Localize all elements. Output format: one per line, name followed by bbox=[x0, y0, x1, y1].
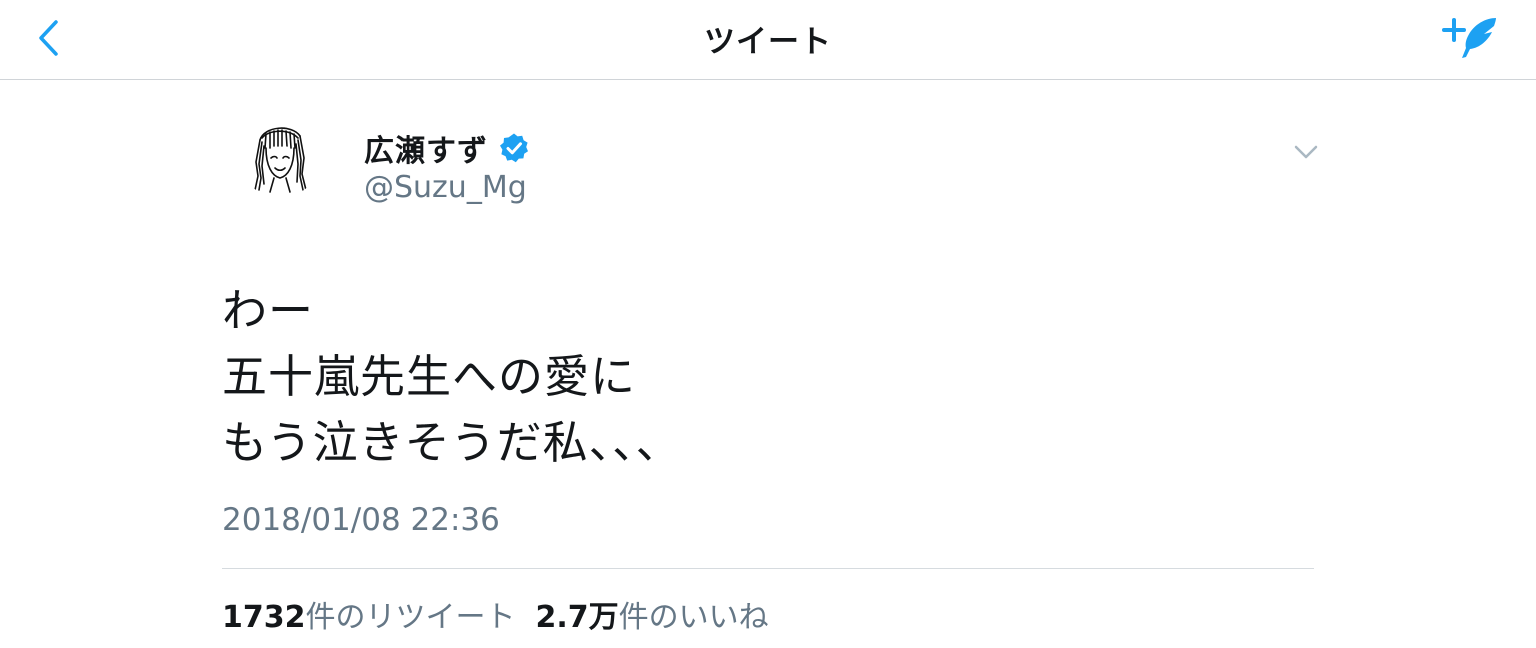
avatar[interactable] bbox=[240, 118, 320, 198]
tweet-stats: 1732 件のリツイート 2.7万 件のいいね bbox=[222, 592, 769, 636]
tweet-menu-button[interactable] bbox=[1288, 138, 1324, 166]
tweet-text-line: 五十嵐先生への愛に bbox=[222, 350, 637, 403]
likes-count: 2.7万 bbox=[535, 600, 619, 635]
retweets-label: 件のリツイート bbox=[305, 600, 516, 635]
tweet-text-line: もう泣きそうだ私、、、 bbox=[222, 416, 682, 469]
verified-badge-icon bbox=[500, 133, 528, 163]
tweet-text-line: わー bbox=[222, 284, 315, 337]
tweet-text: わー 五十嵐先生への愛に もう泣きそうだ私、、、 bbox=[222, 278, 1312, 476]
retweets-count: 1732 bbox=[222, 600, 306, 635]
chevron-down-icon bbox=[1294, 145, 1318, 159]
tweet-detail-screen: ツイート 広瀬すず @Suzu_Mg わー 五十嵐先生への愛に もう泣きそうだ私… bbox=[0, 0, 1536, 648]
tweet-timestamp: 2018/01/08 22:36 bbox=[222, 502, 500, 538]
compose-tweet-icon bbox=[1442, 18, 1496, 58]
compose-tweet-button[interactable] bbox=[1440, 10, 1502, 66]
navigation-bar: ツイート bbox=[0, 0, 1536, 80]
likes-stat[interactable]: 2.7万 件のいいね bbox=[536, 592, 769, 636]
retweets-stat[interactable]: 1732 件のリツイート bbox=[222, 592, 516, 636]
author-name-row[interactable]: 広瀬すず bbox=[364, 128, 530, 169]
display-name: 広瀬すず bbox=[364, 134, 488, 169]
divider bbox=[222, 568, 1314, 569]
avatar-drawing-icon bbox=[254, 127, 307, 193]
likes-label: 件のいいね bbox=[618, 600, 769, 635]
page-title: ツイート bbox=[704, 24, 832, 60]
author-handle[interactable]: @Suzu_Mg bbox=[364, 170, 527, 205]
